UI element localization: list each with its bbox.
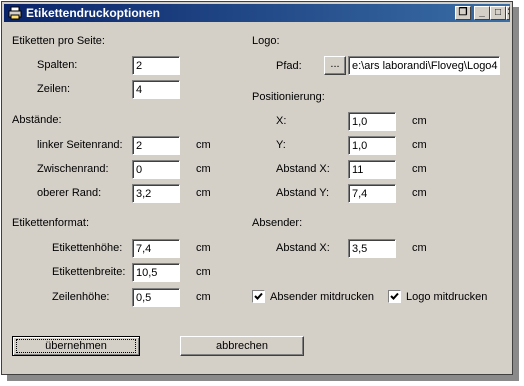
print-logo-checkbox[interactable] (388, 290, 401, 303)
label-height-unit: cm (196, 242, 211, 254)
pos-x-input[interactable]: 1,0 (348, 112, 396, 131)
checkmark-icon (254, 292, 263, 300)
minimize-button[interactable]: _ (474, 6, 490, 20)
columns-input[interactable]: 2 (132, 56, 180, 75)
close-button[interactable]: ✕ (506, 6, 510, 20)
apply-button-label: übernehmen (45, 340, 107, 352)
pos-x-unit: cm (412, 115, 427, 127)
browse-button[interactable]: ... (324, 56, 346, 75)
top-margin-label: oberer Rand: (37, 187, 102, 199)
window-title: Etikettendruckoptionen (26, 6, 161, 20)
print-logo-label[interactable]: Logo mitdrucken (406, 290, 487, 304)
line-height-label: Zeilenhöhe: (52, 291, 110, 303)
pos-dist-y-unit: cm (412, 187, 427, 199)
logo-path-input[interactable]: e:\ars laborandi\Floveg\Logo4 (348, 56, 500, 75)
pos-x-label: X: (276, 115, 287, 127)
positioning-heading: Positionierung: (252, 91, 325, 103)
print-sender-label[interactable]: Absender mitdrucken (270, 290, 374, 304)
pos-y-label: Y: (276, 139, 286, 151)
pos-dist-x-unit: cm (412, 163, 427, 175)
pos-y-input[interactable]: 1,0 (348, 136, 396, 155)
pos-y-unit: cm (412, 139, 427, 151)
printer-icon (8, 6, 22, 20)
checkmark-icon (390, 292, 399, 300)
rows-label: Zeilen: (37, 83, 71, 95)
cancel-button[interactable]: abbrechen (180, 336, 304, 356)
sender-dist-x-label: Abstand X: (276, 242, 330, 254)
label-width-label: Etikettenbreite: (52, 266, 126, 278)
sender-dist-x-input[interactable]: 3,5 (348, 239, 396, 258)
top-margin-unit: cm (196, 187, 211, 199)
sender-heading: Absender: (252, 217, 303, 229)
labels-per-page-heading: Etiketten pro Seite: (12, 35, 105, 47)
logo-path-label: Pfad: (276, 60, 302, 72)
columns-label: Spalten: (37, 59, 78, 71)
gap-unit: cm (196, 163, 211, 175)
line-height-input[interactable]: 0,5 (132, 288, 180, 307)
title-bar[interactable]: Etikettendruckoptionen ❐ _ □ ✕ (4, 4, 510, 22)
left-margin-label: linker Seitenrand: (37, 139, 123, 151)
pos-dist-y-label: Abstand Y: (276, 187, 330, 199)
spacing-heading: Abstände: (12, 114, 62, 126)
dialog-window: Etikettendruckoptionen ❐ _ □ ✕ Etiketten… (1, 1, 513, 375)
pos-dist-x-input[interactable]: 11 (348, 160, 396, 179)
logo-heading: Logo: (252, 35, 280, 47)
pos-dist-y-input[interactable]: 7,4 (348, 184, 396, 203)
gap-input[interactable]: 0 (132, 160, 180, 179)
label-width-input[interactable]: 10,5 (132, 263, 180, 282)
label-height-label: Etikettenhöhe: (52, 242, 123, 254)
label-height-input[interactable]: 7,4 (132, 239, 180, 258)
pos-dist-x-label: Abstand X: (276, 163, 330, 175)
sender-dist-x-unit: cm (412, 242, 427, 254)
restore-button[interactable]: ❐ (455, 6, 471, 20)
top-margin-input[interactable]: 3,2 (132, 184, 180, 203)
label-width-unit: cm (196, 266, 211, 278)
left-margin-unit: cm (196, 139, 211, 151)
label-format-heading: Etikettenformat: (12, 217, 90, 229)
apply-button[interactable]: übernehmen (12, 336, 140, 356)
rows-input[interactable]: 4 (132, 80, 180, 99)
gap-label: Zwischenrand: (37, 163, 109, 175)
maximize-button[interactable]: □ (490, 6, 506, 20)
left-margin-input[interactable]: 2 (132, 136, 180, 155)
line-height-unit: cm (196, 291, 211, 303)
print-sender-checkbox[interactable] (252, 290, 265, 303)
